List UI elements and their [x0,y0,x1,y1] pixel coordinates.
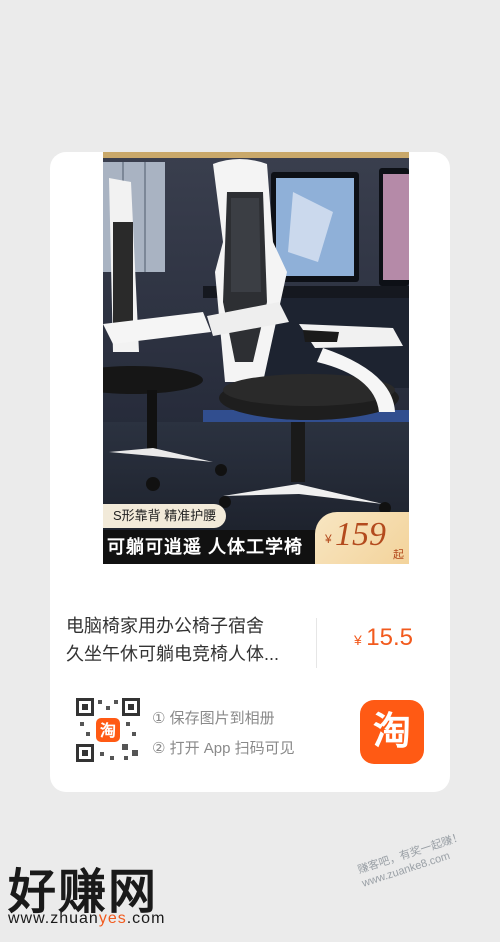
qr-code-icon: 淘 [76,698,140,762]
product-title[interactable]: 电脑椅家用办公椅子宿舍 久坐午休可躺电竞椅人体... [66,612,306,668]
image-price-currency: ¥ [325,532,332,546]
chair-photo [103,152,409,564]
price-value: 15.5 [366,624,413,651]
watermark-url: www.zhuanyes.com [8,910,165,928]
product-image[interactable]: S形靠背 精准护腰 可躺可逍遥 人体工学椅 ¥ 159 起 [103,152,409,564]
price-currency: ¥ [354,632,362,648]
watermark-slogan: 赚客吧，有奖一起赚！ www.zuanke8.com [356,824,488,891]
image-price-badge: ¥ 159 起 [315,512,409,564]
watermark-url-part3: .com [126,910,166,927]
share-steps: ① 保存图片到相册 ② 打开 App 扫码可见 [152,704,295,764]
watermark-url-part2: yes [98,910,127,927]
image-slogan: 可躺可逍遥 人体工学椅 [107,537,303,557]
image-price-value: 159 [335,516,386,553]
watermark-url-part1: www.zhuan [8,910,99,927]
qr-center-glyph: 淘 [100,721,116,740]
step-save-image: ① 保存图片到相册 [152,710,275,727]
divider [316,618,317,668]
qr-code[interactable]: 淘 [76,698,140,762]
product-price: ¥ 15.5 [354,624,413,652]
image-price-suffix: 起 [393,549,404,561]
share-card: S形靠背 精准护腰 可躺可逍遥 人体工学椅 ¥ 159 起 电脑椅家用办公椅子宿… [50,152,450,792]
feature-tag: S形靠背 精准护腰 [103,504,227,528]
product-title-line2: 久坐午休可躺电竞椅人体... [66,644,280,664]
step-open-app: ② 打开 App 扫码可见 [152,740,295,757]
product-title-line1: 电脑椅家用办公椅子宿舍 [66,616,264,636]
taobao-app-icon[interactable]: 淘 [360,700,424,764]
